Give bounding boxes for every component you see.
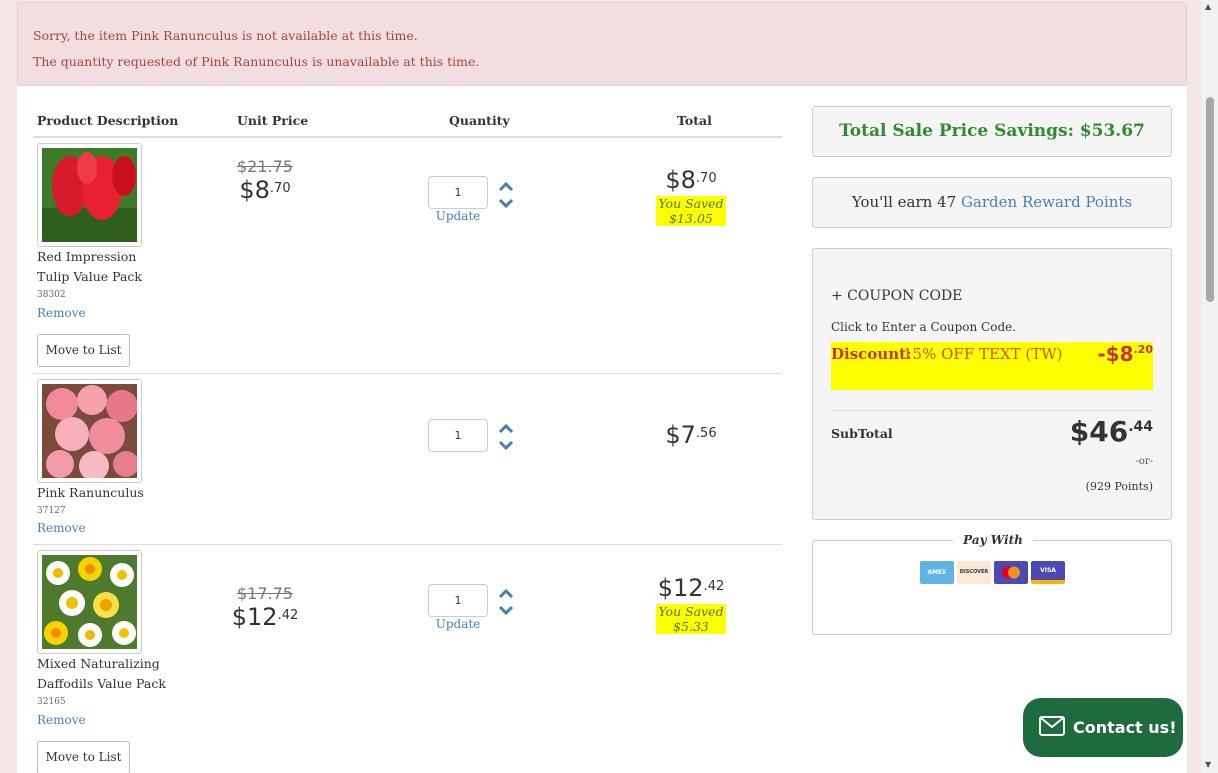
subtotal-value: $46.44 xyxy=(1069,415,1153,448)
total-price: $8.70 xyxy=(665,166,717,194)
saved-badge: You Saved $13.05 xyxy=(656,196,726,226)
quantity-stepper-icon[interactable] xyxy=(497,587,515,617)
header-total: Total xyxy=(677,113,712,128)
move-to-list-button[interactable]: Move to List xyxy=(37,741,130,773)
contact-label: Contact us! xyxy=(1073,718,1177,737)
product-image[interactable] xyxy=(37,550,142,654)
row-total: $12.42 You Saved $5.33 xyxy=(621,574,761,635)
product-sku: 37127 xyxy=(37,506,66,516)
product-sku: 38302 xyxy=(37,290,66,300)
subtotal-label: SubTotal xyxy=(831,426,893,441)
points-total: (929 Points) xyxy=(1085,480,1153,493)
row-total: $7.56 xyxy=(621,421,761,449)
header-divider xyxy=(33,136,782,138)
discount-amount: -$8.20 xyxy=(1097,342,1153,366)
header-unit-price: Unit Price xyxy=(237,113,309,128)
total-price: $12.42 xyxy=(657,574,725,602)
sale-price: $8.70 xyxy=(239,176,291,204)
product-name[interactable]: Red Impression Tulip Value Pack xyxy=(37,247,167,287)
scroll-up-icon[interactable]: ▲ xyxy=(1205,2,1211,11)
product-name[interactable]: Mixed Naturalizing Daffodils Value Pack xyxy=(37,654,167,694)
alert-message: The quantity requested of Pink Ranunculu… xyxy=(33,54,480,69)
saved-badge: You Saved $5.33 xyxy=(656,604,726,634)
header-quantity: Quantity xyxy=(449,113,510,128)
mastercard-icon xyxy=(994,561,1028,584)
discount-row: Discount: 15% OFF TEXT (TW) -$8.20 xyxy=(831,342,1153,390)
update-link[interactable]: Update xyxy=(428,209,488,223)
vertical-scrollbar[interactable]: ▲ ▼ xyxy=(1201,0,1218,773)
daffodil-image xyxy=(42,555,137,649)
quantity-stepper-icon[interactable] xyxy=(497,180,515,210)
contact-us-button[interactable]: Contact us! xyxy=(1023,698,1183,757)
total-savings-box: Total Sale Price Savings: $53.67 xyxy=(812,106,1172,157)
reward-points-box: You'll earn 47 Garden Reward Points xyxy=(812,177,1172,228)
discount-code: 15% OFF TEXT (TW) xyxy=(903,345,1063,363)
update-link[interactable]: Update xyxy=(428,617,488,631)
remove-link[interactable]: Remove xyxy=(37,306,86,320)
remove-link[interactable]: Remove xyxy=(37,713,86,727)
move-to-list-button[interactable]: Move to List xyxy=(37,334,130,367)
reward-text: You'll earn 47 xyxy=(851,193,957,211)
quantity-input[interactable]: 1 xyxy=(428,584,488,617)
mastercard-logo-icon xyxy=(1002,566,1020,579)
product-image[interactable] xyxy=(37,143,142,247)
product-name[interactable]: Pink Ranunculus xyxy=(37,483,167,503)
discover-icon: DISCOVER xyxy=(957,561,991,584)
quantity-input[interactable]: 1 xyxy=(428,419,488,452)
alert-message: Sorry, the item Pink Ranunculus is not a… xyxy=(33,28,418,43)
summary-divider xyxy=(831,410,1153,411)
scroll-thumb[interactable] xyxy=(1206,97,1214,302)
row-divider xyxy=(33,544,782,545)
discount-label: Discount: xyxy=(831,345,912,363)
quantity-input[interactable]: 1 xyxy=(428,176,488,209)
coupon-code-toggle[interactable]: + COUPON CODE xyxy=(831,288,962,304)
error-alert: Sorry, the item Pink Ranunculus is not a… xyxy=(17,2,1187,86)
ranunculus-image xyxy=(42,384,137,478)
quantity-stepper-icon[interactable] xyxy=(497,422,515,452)
header-product: Product Description xyxy=(37,113,179,128)
product-sku: 32165 xyxy=(37,697,66,707)
or-label: -or- xyxy=(1135,456,1153,467)
total-price: $7.56 xyxy=(665,421,717,449)
product-image[interactable] xyxy=(37,379,142,483)
coupon-hint[interactable]: Click to Enter a Coupon Code. xyxy=(831,320,1016,334)
payment-cards: AMEX DISCOVER VISA xyxy=(920,561,1065,584)
cart-main: Product Description Unit Price Quantity … xyxy=(17,86,1187,773)
reward-points-link[interactable]: Garden Reward Points xyxy=(961,193,1132,211)
scroll-down-icon[interactable]: ▼ xyxy=(1205,760,1211,769)
original-price: $21.75 xyxy=(237,157,293,176)
sale-price: $12.42 xyxy=(231,603,299,631)
row-divider xyxy=(33,373,782,374)
tulip-image xyxy=(42,148,137,242)
unit-price: $21.75 $8.70 xyxy=(205,157,325,204)
unit-price: $17.75 $12.42 xyxy=(205,584,325,631)
pay-with-box: Pay With AMEX DISCOVER VISA xyxy=(812,533,1172,635)
pay-with-label: Pay With xyxy=(953,533,1033,547)
envelope-icon xyxy=(1039,716,1065,736)
row-total: $8.70 You Saved $13.05 xyxy=(621,166,761,227)
original-price: $17.75 xyxy=(237,584,293,603)
order-summary-box: + COUPON CODE Click to Enter a Coupon Co… xyxy=(812,248,1172,520)
amex-icon: AMEX xyxy=(920,561,954,584)
visa-icon: VISA xyxy=(1031,561,1065,584)
remove-link[interactable]: Remove xyxy=(37,521,86,535)
